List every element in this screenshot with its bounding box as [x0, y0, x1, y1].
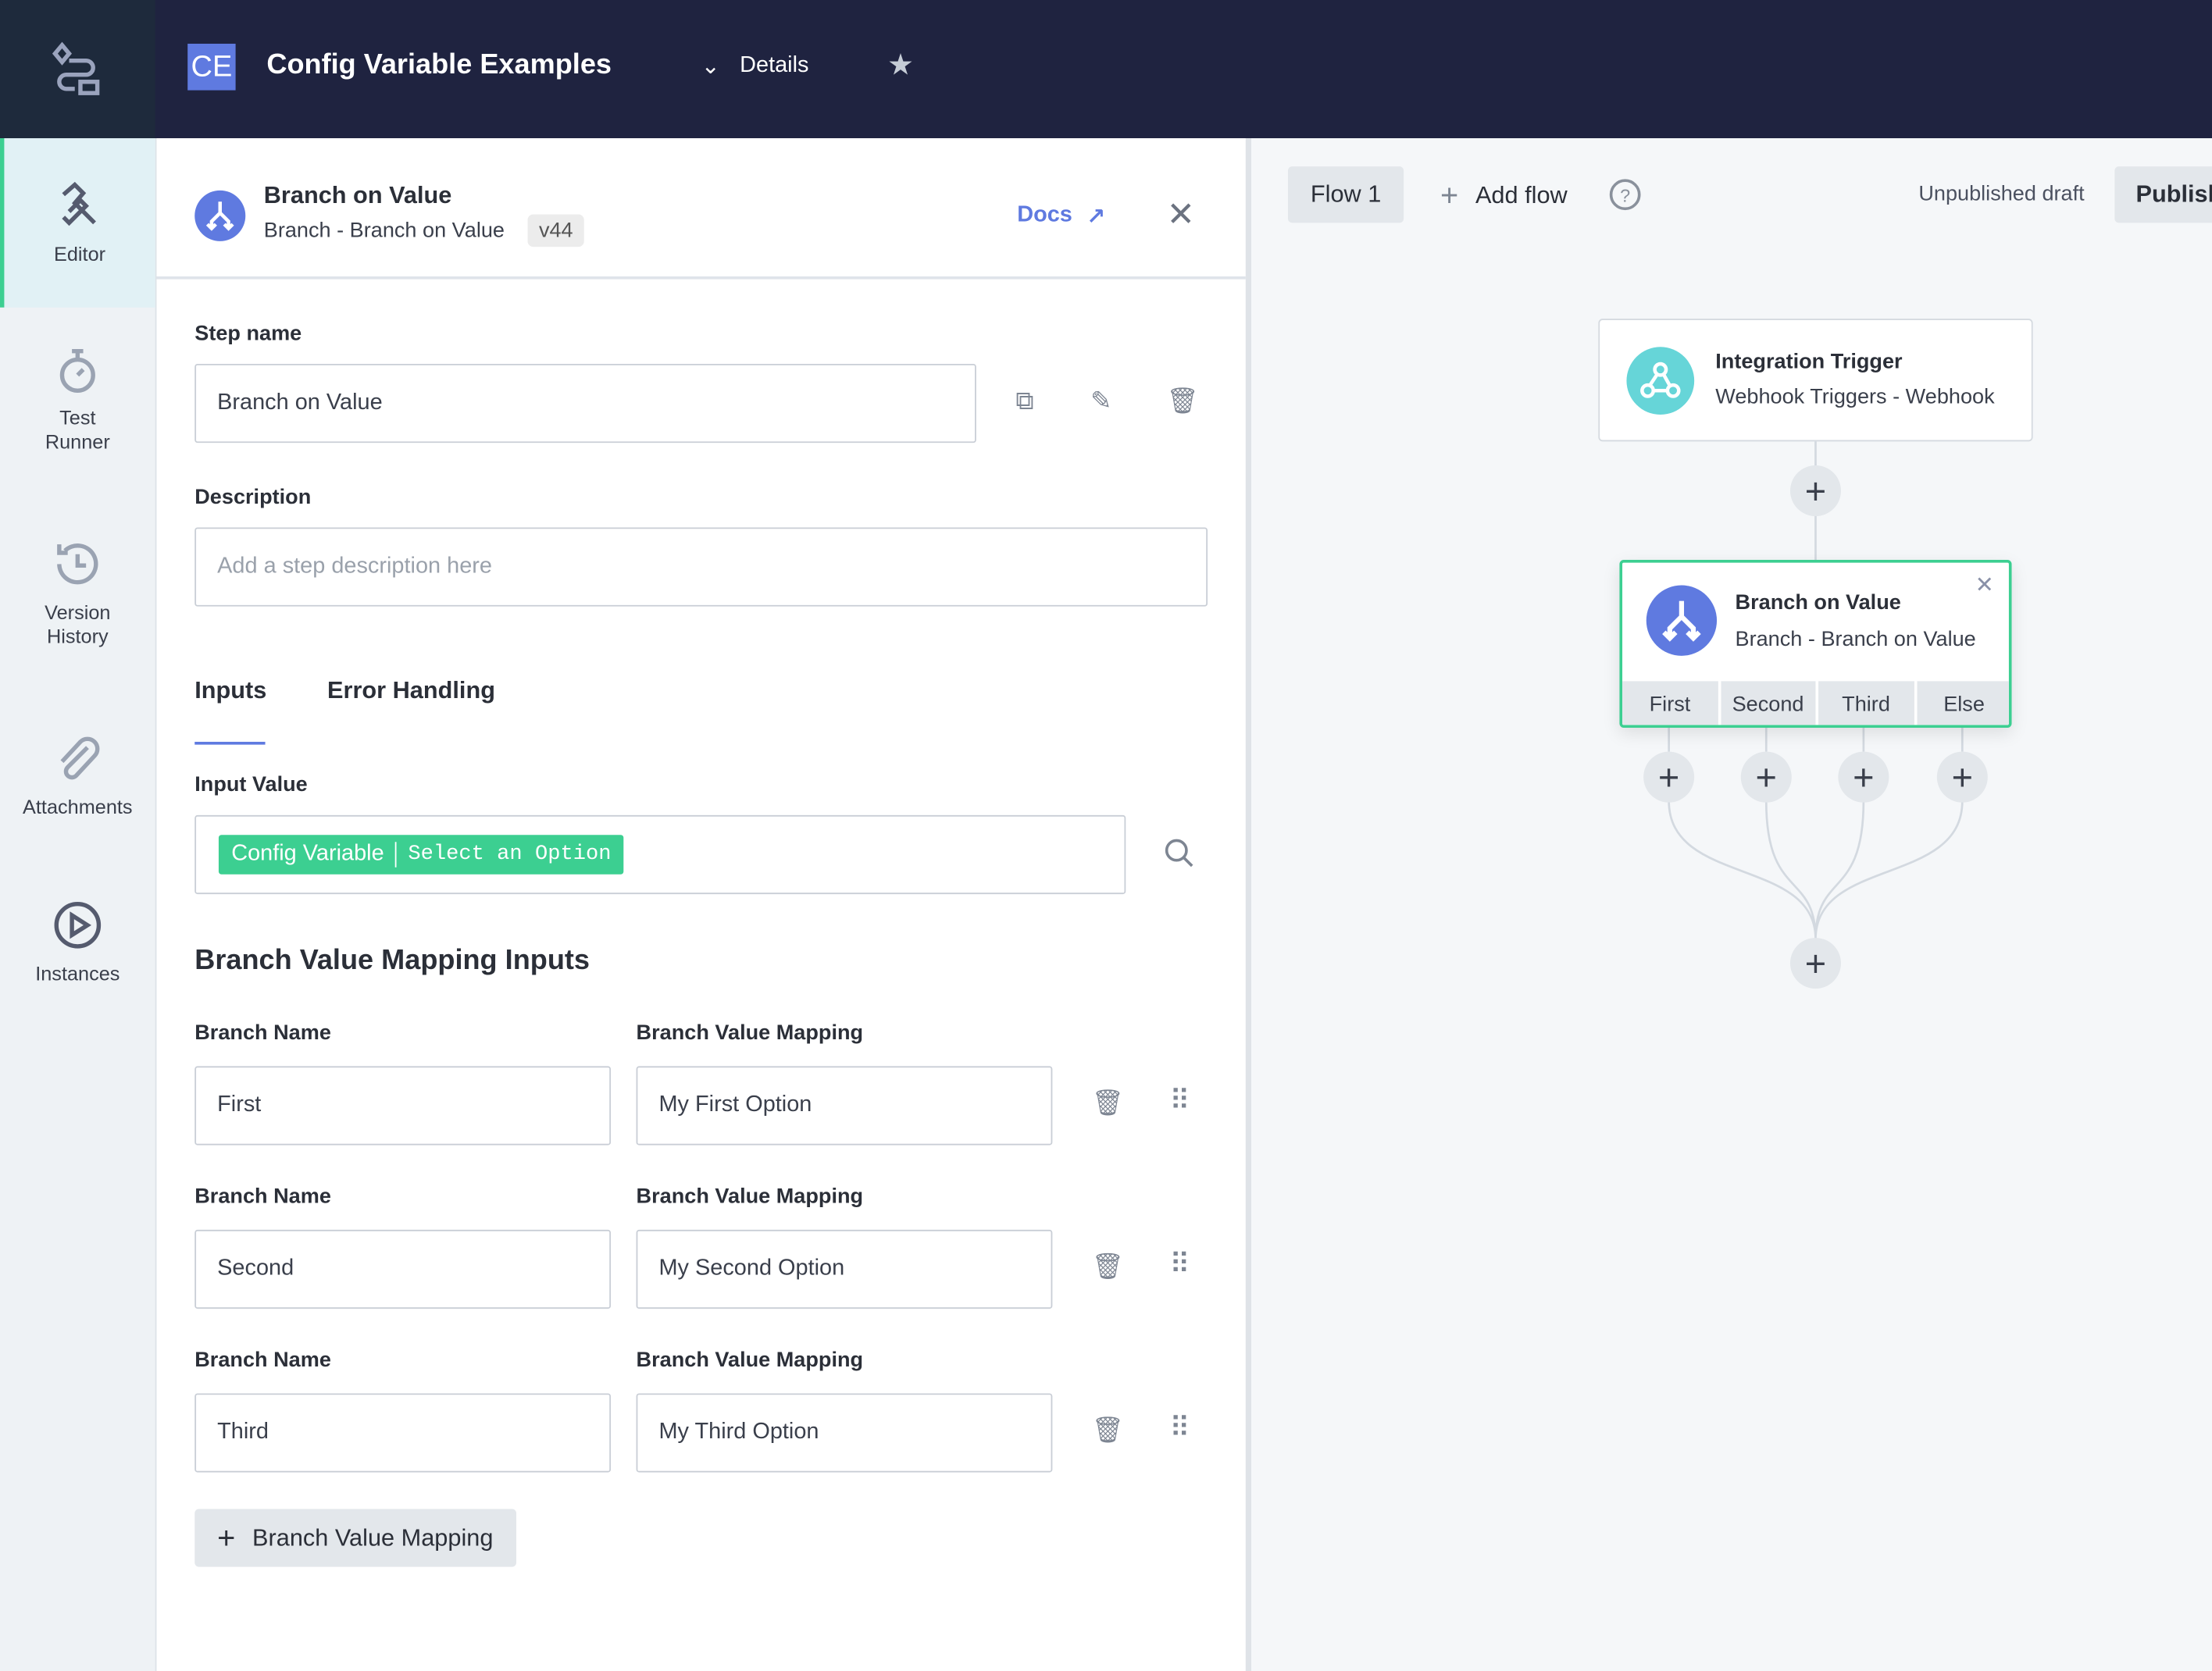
branch-name-label: Branch Name: [194, 1185, 331, 1209]
search-icon[interactable]: [1164, 838, 1195, 876]
trigger-subtitle: Webhook Triggers - Webhook: [1715, 385, 1995, 409]
sidebar-item-attachments[interactable]: Attachments: [0, 733, 155, 819]
webhook-icon: [1626, 347, 1695, 415]
branch-node[interactable]: Branch on Value Branch - Branch on Value…: [1619, 560, 2012, 728]
star-icon[interactable]: ★: [887, 48, 914, 83]
docs-label: Docs: [1017, 203, 1072, 227]
close-icon[interactable]: ✕: [1975, 571, 1994, 599]
branch-name-input[interactable]: Third: [194, 1393, 612, 1473]
branch-value-mapping-label: Branch Value Mapping: [636, 1021, 864, 1046]
description-label: Description: [194, 485, 312, 510]
trash-icon[interactable]: 🗑: [1092, 1088, 1124, 1118]
add-step-button[interactable]: +: [1740, 751, 1792, 803]
panel-resize-handle[interactable]: [1245, 137, 1252, 1671]
chip-name: Config Variable: [231, 842, 384, 866]
add-mapping-label: Branch Value Mapping: [252, 1523, 494, 1551]
trash-icon[interactable]: 🗑: [1092, 1416, 1124, 1445]
plus-icon: +: [217, 1520, 236, 1555]
add-step-button[interactable]: +: [1789, 938, 1841, 989]
branch-labels: First Second Third Else: [1622, 681, 2009, 725]
chip-value: Select an Option: [395, 842, 612, 868]
sidebar-item-label: Editor: [53, 242, 106, 265]
sidebar-item-instances[interactable]: Instances: [0, 900, 155, 985]
flow-canvas[interactable]: Flow 1 + Add flow ? Unpublished draft Pu…: [1251, 137, 2212, 1671]
external-link-icon: ↗: [1086, 205, 1106, 230]
step-name-input[interactable]: Branch on Value: [194, 363, 976, 444]
app-initials-badge: CE: [187, 43, 236, 91]
branch-label: Else: [1916, 681, 2009, 725]
step-title: Branch on Value: [263, 181, 452, 209]
mapping-heading: Branch Value Mapping Inputs: [194, 945, 590, 976]
add-step-button[interactable]: +: [1789, 465, 1841, 517]
drag-handle-icon[interactable]: ⠿: [1169, 1083, 1190, 1118]
branch-name-input[interactable]: First: [194, 1066, 612, 1145]
add-step-button[interactable]: +: [1643, 751, 1695, 803]
trigger-node[interactable]: Integration Trigger Webhook Triggers - W…: [1598, 319, 2033, 442]
sidebar-item-label: Version History: [45, 600, 111, 648]
add-branch-mapping-button[interactable]: + Branch Value Mapping: [194, 1509, 516, 1567]
trash-icon[interactable]: 🗑: [1092, 1252, 1124, 1282]
input-value-field[interactable]: Config Variable Select an Option: [194, 814, 1126, 895]
step-subtitle: Branch - Branch on Value: [263, 218, 505, 243]
play-circle-icon: [54, 902, 102, 949]
drag-handle-icon[interactable]: ⠿: [1169, 1247, 1190, 1282]
sidebar-item-editor[interactable]: Editor: [0, 137, 155, 308]
input-value-label: Input Value: [194, 772, 308, 797]
paperclip-icon: [60, 736, 100, 780]
branch-label: First: [1622, 681, 1718, 725]
sidebar-item-label: Instances: [35, 961, 120, 985]
branch-value-mapping-label: Branch Value Mapping: [636, 1185, 864, 1209]
trash-icon[interactable]: 🗑: [1167, 387, 1199, 416]
version-badge: v44: [527, 214, 585, 248]
branch-label: Second: [1720, 681, 1816, 725]
branch-value-input[interactable]: My Second Option: [636, 1229, 1053, 1309]
copy-icon[interactable]: ⧉: [1015, 387, 1033, 416]
tab-error-handling[interactable]: Error Handling: [327, 677, 495, 705]
branch-node-subtitle: Branch - Branch on Value: [1735, 627, 1976, 652]
wrench-icon: [61, 181, 96, 226]
close-icon[interactable]: ✕: [1167, 194, 1195, 235]
panel-header: Branch on Value Branch - Branch on Value…: [156, 138, 1246, 280]
branch-icon: [194, 190, 246, 241]
branch-name-input[interactable]: Second: [194, 1229, 612, 1309]
branch-node-title: Branch on Value: [1735, 590, 1901, 615]
details-dropdown[interactable]: ⌄ Details: [701, 52, 809, 80]
integration-title: Config Variable Examples: [266, 49, 612, 80]
details-label: Details: [740, 53, 809, 78]
stopwatch-icon: [59, 349, 95, 394]
sidebar-item-test-runner[interactable]: Test Runner: [0, 347, 155, 454]
sidebar-item-version-history[interactable]: Version History: [0, 539, 155, 649]
step-name-label: Step name: [194, 321, 302, 346]
trigger-title: Integration Trigger: [1715, 349, 1903, 374]
history-icon: [57, 543, 98, 585]
edit-icon[interactable]: ✎: [1090, 387, 1111, 416]
config-variable-chip[interactable]: Config Variable Select an Option: [218, 835, 624, 875]
branch-value-input[interactable]: My Third Option: [636, 1393, 1053, 1473]
tab-inputs[interactable]: Inputs: [194, 677, 266, 745]
step-config-panel: Branch on Value Branch - Branch on Value…: [156, 137, 1246, 1671]
branch-value-mapping-label: Branch Value Mapping: [636, 1348, 864, 1373]
branch-name-label: Branch Name: [194, 1021, 331, 1046]
add-step-button[interactable]: +: [1838, 751, 1889, 803]
sidebar-item-label: Attachments: [23, 795, 133, 818]
sidebar-item-label: Test Runner: [45, 406, 110, 453]
docs-link[interactable]: Docs ↗: [1017, 203, 1105, 231]
branch-name-label: Branch Name: [194, 1348, 331, 1373]
flow-logo-icon[interactable]: [0, 0, 155, 138]
sidebar: Editor Test Runner Version History Attac…: [0, 137, 157, 1671]
branch-icon: [1646, 585, 1718, 656]
branch-label: Third: [1818, 681, 1914, 725]
add-step-button[interactable]: +: [1936, 751, 1988, 803]
branch-value-input[interactable]: My First Option: [636, 1066, 1053, 1145]
description-input[interactable]: Add a step description here: [194, 527, 1208, 607]
drag-handle-icon[interactable]: ⠿: [1169, 1410, 1190, 1445]
chevron-down-icon: ⌄: [701, 55, 720, 80]
